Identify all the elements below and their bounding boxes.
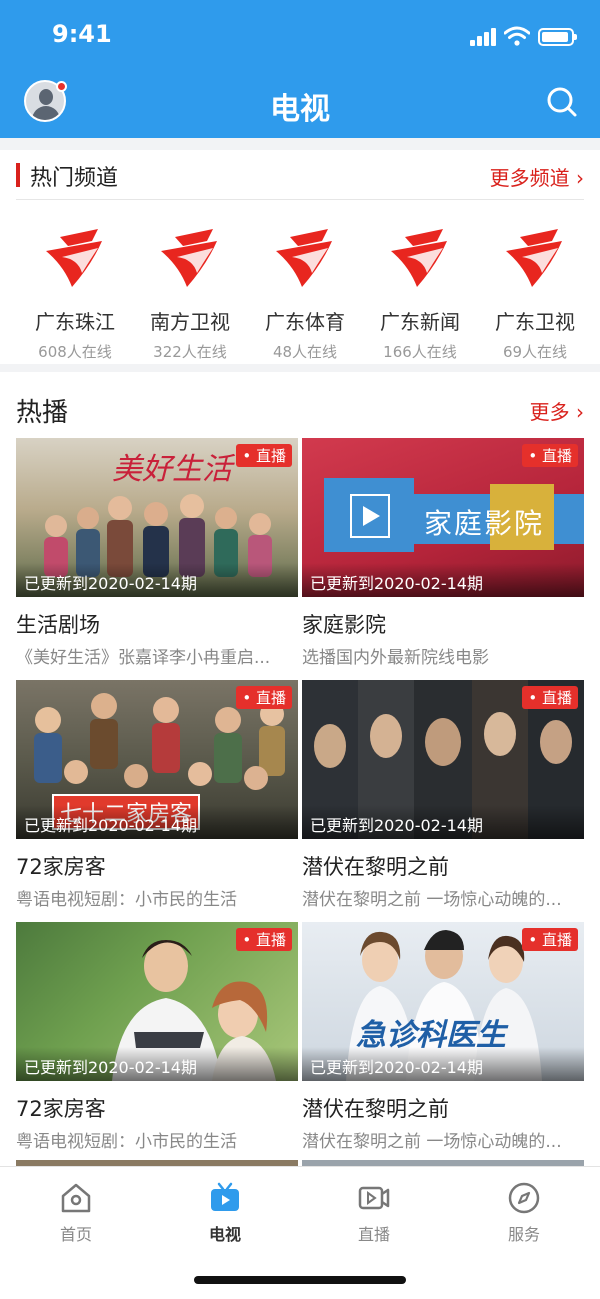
program-desc: 潜伏在黎明之前 一场惊心动魄的... <box>302 1132 562 1152</box>
program-desc: 粤语电视短剧：小市民的生活 <box>16 890 237 910</box>
program-card[interactable]: 美好生活 • 直播 已更新到2020-02-14期 生活剧场 《美好生活》张嘉译… <box>16 438 298 668</box>
section-marker <box>16 163 20 187</box>
hot-play-section: 热播 更多 › 美好生活 • 直播 已更新到2020-02-14期 生活剧场 《… <box>0 372 600 1166</box>
channel-logo-icon <box>506 229 562 287</box>
program-title: 72家房客 <box>16 1097 106 1121</box>
channel-item[interactable]: 广东体育 48人在线 <box>245 226 365 362</box>
channel-item[interactable]: 广东卫视 69人在线 <box>475 226 595 362</box>
program-card[interactable]: 急诊科医生 • 直播 已更新到2020-02-14期 潜伏在黎明之前 潜伏在黎明… <box>302 922 584 1152</box>
home-indicator <box>194 1276 406 1284</box>
channel-item[interactable]: 广东新闻 166人在线 <box>360 226 480 362</box>
channel-online-count: 322人在线 <box>153 343 227 361</box>
page-title: 电视 <box>270 92 330 127</box>
update-info: 已更新到2020-02-14期 <box>16 563 298 597</box>
film-play-icon <box>350 494 390 538</box>
hot-channels-section: 热门频道 更多频道 › 广东珠江 608人在线 南方卫视 322人在线 广东体育… <box>0 150 600 364</box>
channel-logo-icon <box>276 229 332 287</box>
program-thumbnail: 美好生活 • 直播 已更新到2020-02-14期 <box>16 438 298 597</box>
program-title: 潜伏在黎明之前 <box>302 855 449 879</box>
live-video-icon <box>358 1186 390 1210</box>
channel-online-count: 69人在线 <box>502 343 568 361</box>
tab-label: 首页 <box>59 1225 92 1244</box>
wifi-icon <box>504 26 530 46</box>
live-badge: • 直播 <box>522 444 578 467</box>
update-info: 已更新到2020-02-14期 <box>302 1047 584 1081</box>
channel-online-count: 608人在线 <box>38 343 112 361</box>
program-desc: 《美好生活》张嘉译李小冉重启... <box>16 648 271 668</box>
program-thumbnail: • 直播 已更新到2020-02-14期 <box>16 922 298 1081</box>
hot-play-title: 热播 <box>16 398 69 428</box>
status-bar: 9:41 <box>0 0 600 72</box>
program-thumbnail: • 直播 已更新到2020-02-14期 <box>302 680 584 839</box>
channel-name: 广东新闻 <box>380 310 460 334</box>
poster-title-text: 家庭影院 <box>424 507 545 540</box>
tab-home[interactable]: 首页 <box>16 1181 136 1245</box>
tab-label: 服务 <box>507 1225 540 1244</box>
channel-online-count: 48人在线 <box>272 343 338 361</box>
live-badge: • 直播 <box>236 686 292 709</box>
more-hot-link[interactable]: 更多 › <box>530 396 584 425</box>
hot-channels-header: 热门频道 更多频道 › <box>16 150 584 200</box>
poster-title-text: 美好生活 <box>112 452 232 487</box>
program-card[interactable]: • 直播 已更新到2020-02-14期 72家房客 粤语电视短剧：小市民的生活 <box>16 922 298 1152</box>
live-badge: • 直播 <box>236 928 292 951</box>
update-info: 已更新到2020-02-14期 <box>302 563 584 597</box>
channel-logo-icon <box>391 229 447 287</box>
program-desc: 选播国内外最新院线电影 <box>302 648 489 668</box>
live-badge: • 直播 <box>522 928 578 951</box>
program-thumbnail: 七十二家房客 • 直播 已更新到2020-02-14期 <box>16 680 298 839</box>
program-title: 家庭影院 <box>302 613 386 637</box>
program-thumbnail: 急诊科医生 • 直播 已更新到2020-02-14期 <box>302 922 584 1081</box>
update-info: 已更新到2020-02-14期 <box>16 805 298 839</box>
channel-name: 南方卫视 <box>150 310 230 334</box>
program-title: 潜伏在黎明之前 <box>302 1097 449 1121</box>
channel-online-count: 166人在线 <box>383 343 457 361</box>
live-badge: • 直播 <box>236 444 292 467</box>
status-time: 9:41 <box>52 20 112 48</box>
program-card[interactable]: 七十二家房客 • 直播 已更新到2020-02-14期 72家房客 粤语电视短剧… <box>16 680 298 910</box>
update-info: 已更新到2020-02-14期 <box>16 1047 298 1081</box>
compass-icon <box>508 1182 540 1214</box>
program-card[interactable]: • 直播 已更新到2020-02-14期 潜伏在黎明之前 潜伏在黎明之前 一场惊… <box>302 680 584 910</box>
battery-icon <box>538 28 577 46</box>
program-title: 生活剧场 <box>16 613 100 637</box>
live-badge: • 直播 <box>522 686 578 709</box>
signal-icon <box>470 28 498 46</box>
program-desc: 潜伏在黎明之前 一场惊心动魄的... <box>302 890 562 910</box>
hot-play-header: 热播 更多 › <box>16 380 584 430</box>
search-icon[interactable] <box>546 86 578 118</box>
channel-name: 广东卫视 <box>495 310 575 334</box>
tab-service[interactable]: 服务 <box>464 1181 584 1245</box>
tab-tv[interactable]: 电视 <box>165 1181 285 1245</box>
channel-name: 广东体育 <box>265 310 345 334</box>
home-icon <box>61 1183 91 1213</box>
tab-label: 直播 <box>357 1225 390 1244</box>
program-desc: 粤语电视短剧：小市民的生活 <box>16 1132 237 1152</box>
tab-label: 电视 <box>208 1225 241 1244</box>
program-card[interactable]: 家庭影院 • 直播 已更新到2020-02-14期 家庭影院 选播国内外最新院线… <box>302 438 584 668</box>
channel-item[interactable]: 广东珠江 608人在线 <box>15 226 135 362</box>
more-channels-link[interactable]: 更多频道 › <box>490 162 584 191</box>
nav-bar: 电视 <box>0 72 600 138</box>
update-info: 已更新到2020-02-14期 <box>302 805 584 839</box>
hot-channels-title: 热门频道 <box>30 166 119 191</box>
program-thumbnail: 家庭影院 • 直播 已更新到2020-02-14期 <box>302 438 584 597</box>
channel-logo-icon <box>161 229 217 287</box>
channel-name: 广东珠江 <box>35 310 115 334</box>
tv-icon <box>211 1182 239 1211</box>
channel-logo-icon <box>46 229 102 287</box>
program-title: 72家房客 <box>16 855 106 879</box>
tab-live[interactable]: 直播 <box>314 1181 434 1245</box>
channel-item[interactable]: 南方卫视 322人在线 <box>130 226 250 362</box>
